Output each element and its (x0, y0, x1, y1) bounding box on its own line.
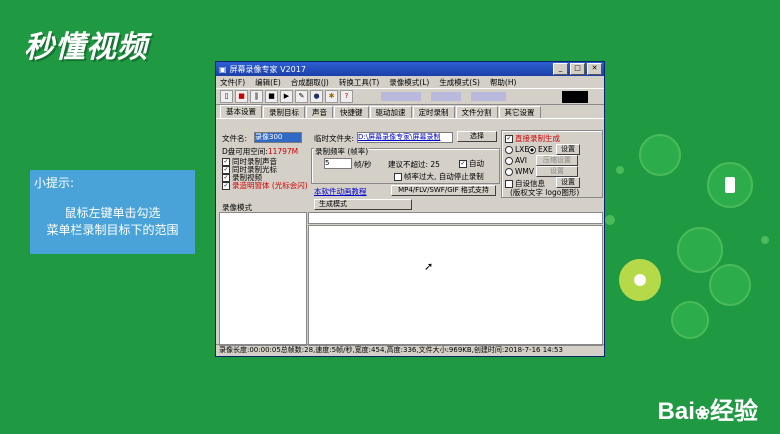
tab-target[interactable]: 录制目标 (263, 106, 305, 118)
fps-advice: 建议不超过: 25 (388, 160, 440, 169)
direct-gen-checkbox[interactable]: ✓ 直接录制生成 (505, 133, 560, 144)
blurred-toolbar-area (381, 92, 421, 101)
baidu-logo-text: Bai (657, 398, 695, 425)
radio-avi[interactable]: AVI (505, 156, 527, 165)
radio-exe[interactable]: EXE (528, 145, 553, 154)
disk-free-label: D盘可用空间:11797M (222, 147, 299, 156)
app-icon: ▣ (219, 64, 227, 74)
play-icon[interactable]: ▶ (280, 90, 293, 103)
menu-gen-mode[interactable]: 生成模式(S) (439, 77, 480, 88)
preview-box (562, 91, 588, 103)
tutorial-link[interactable]: 本软件动画教程 (314, 186, 367, 197)
menu-edit[interactable]: 编辑(E) (255, 77, 281, 88)
tools-icon[interactable]: ✱ (325, 90, 338, 103)
tip-box: 小提示: 鼠标左键单击勾选 菜单栏录制目标下的范围 (30, 170, 195, 254)
radio-wmv[interactable]: WMV (505, 167, 534, 176)
maximize-button[interactable]: □ (570, 63, 585, 75)
temp-folder-label: 临时文件夹: (314, 134, 355, 143)
fps-unit: 帧/秒 (354, 160, 372, 169)
blurred-toolbar-area-2 (431, 92, 461, 101)
auto-checkbox[interactable]: ✓ 自动 (459, 158, 484, 169)
menu-help[interactable]: 帮助(H) (490, 77, 517, 88)
new-file-icon[interactable]: ▯ (220, 90, 233, 103)
compress-settings-button[interactable]: 压缩设置 (536, 155, 578, 166)
gear-icon (634, 274, 646, 286)
pause-icon[interactable]: ‖ (250, 90, 263, 103)
decorative-app-icons (605, 134, 769, 339)
tip-title: 小提示: (34, 176, 75, 190)
menu-record-mode[interactable]: 录像模式(L) (389, 77, 429, 88)
exe-settings-button[interactable]: 设置 (556, 144, 580, 155)
format-support-button[interactable]: MP4/FLV/SWF/GIF 格式支持 (391, 185, 496, 196)
phone-icon (725, 177, 735, 193)
tab-split[interactable]: 文件分割 (455, 106, 498, 118)
wmv-settings-button[interactable]: 设置 (536, 166, 578, 177)
options-list: ✓ 同时录制声音 ✓ 同时录制光标 ✓ 录制视频 ✓ 录造明窗体 (光标会闪) (222, 158, 308, 190)
baidu-jingyan-logo: Bai❀经验 (658, 391, 758, 426)
auto-stop-checkbox[interactable]: 帧率过大, 自动停止录制 (394, 171, 484, 182)
choose-folder-button[interactable]: 选择 (457, 131, 497, 142)
edit-icon[interactable]: ✎ (295, 90, 308, 103)
right-panel-header: 生成模式 (314, 199, 412, 210)
menu-bar: 文件(F) 编辑(E) 合成翻取(J) 转换工具(T) 录像模式(L) 生成模式… (216, 76, 604, 88)
filename-label: 文件名: (222, 134, 248, 143)
menu-compose[interactable]: 合成翻取(J) (291, 77, 329, 88)
title-bar[interactable]: ▣ 屏幕录像专家 V2017 _ □ ✕ (216, 62, 604, 76)
menu-file[interactable]: 文件(F) (220, 77, 245, 88)
tab-driver[interactable]: 驱动加速 (369, 106, 412, 118)
window-title: 屏幕录像专家 V2017 (229, 64, 306, 74)
globe-icon[interactable]: ● (310, 90, 323, 103)
paw-icon: ❀ (694, 403, 710, 423)
toolbar: ▯ ■ ‖ ■ ▶ ✎ ● ✱ ? (216, 88, 604, 105)
progress-track[interactable] (308, 212, 603, 224)
tip-line-1: 鼠标左键单击勾选 (64, 206, 161, 220)
menu-convert[interactable]: 转换工具(T) (339, 77, 379, 88)
copyright-text: (版权文字 logo图形) (510, 188, 580, 197)
brand-logo: 秒懂视频 (24, 30, 148, 65)
tab-other[interactable]: 其它设置 (498, 106, 541, 118)
status-bar: 录像长度:00:00:05总帧数:28,速度:5帧/秒,宽度:454,高度:33… (216, 344, 604, 356)
tab-basic[interactable]: 基本设置 (220, 105, 262, 118)
record-icon[interactable]: ■ (235, 90, 248, 103)
close-button[interactable]: ✕ (587, 63, 602, 75)
temp-folder-input[interactable]: D:\屏幕录像专家\屏幕录制 (357, 132, 453, 143)
radio-lxe[interactable]: LXE (505, 145, 529, 154)
tip-line-2: 菜单栏录制目标下的范围 (46, 223, 179, 237)
help-icon[interactable]: ? (340, 90, 353, 103)
blurred-toolbar-area-3 (471, 92, 506, 101)
tab-sound[interactable]: 声音 (306, 106, 333, 118)
record-list[interactable] (219, 212, 307, 346)
fps-input[interactable]: 5 (324, 158, 352, 169)
jingyan-text: 经验 (710, 398, 758, 425)
tab-hotkey[interactable]: 快捷键 (334, 106, 369, 118)
filename-input[interactable]: 录像300 (254, 132, 302, 143)
tab-timer[interactable]: 定时录制 (412, 106, 455, 118)
stop-icon[interactable]: ■ (265, 90, 278, 103)
fps-group-label: 录制频率 (帧率) (314, 146, 370, 157)
app-window: ▣ 屏幕录像专家 V2017 _ □ ✕ 文件(F) 编辑(E) 合成翻取(J)… (215, 61, 605, 357)
preview-area[interactable] (308, 225, 603, 346)
check-transparent[interactable]: ✓ 录造明窗体 (光标会闪) (222, 182, 308, 190)
tab-bar: 基本设置 录制目标 声音 快捷键 驱动加速 定时录制 文件分割 其它设置 (216, 105, 604, 119)
minimize-button[interactable]: _ (553, 63, 568, 75)
mouse-cursor-icon: ➚ (424, 260, 434, 273)
disk-free-value: 11797M (267, 147, 299, 156)
